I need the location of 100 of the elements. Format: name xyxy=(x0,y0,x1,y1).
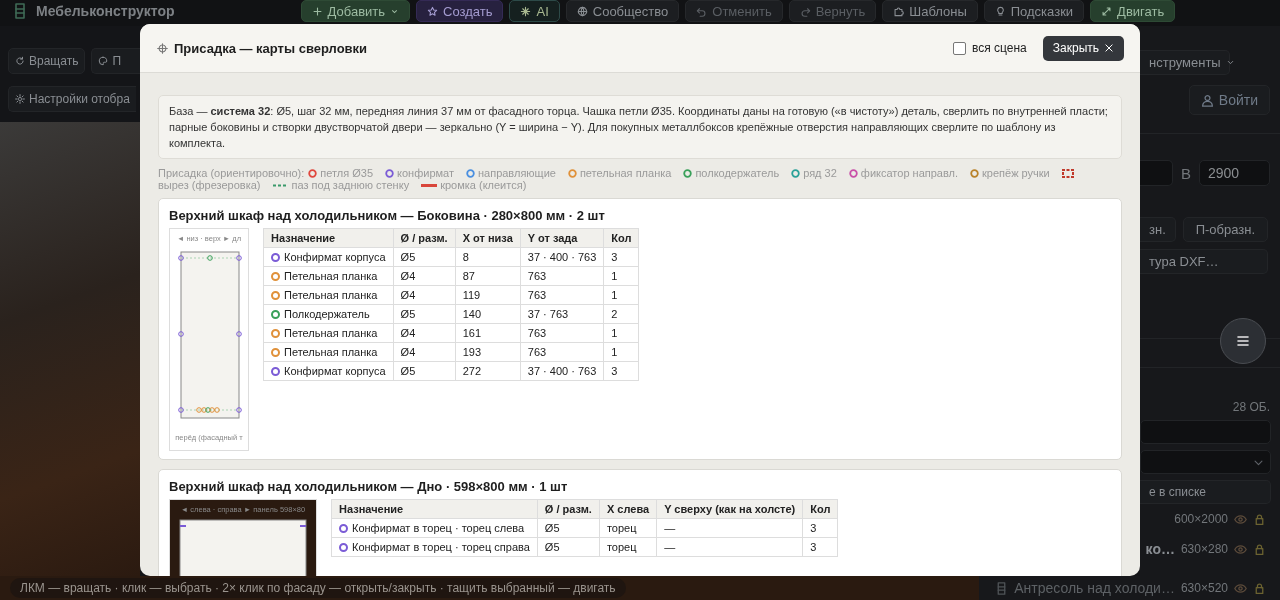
legend-label: фиксатор направл. xyxy=(860,167,958,179)
height-input[interactable]: 2900 xyxy=(1199,160,1270,186)
toolbar-button[interactable]: Добавить xyxy=(300,0,411,22)
legend-label: направляющие xyxy=(478,167,556,179)
toolbar-button[interactable]: Шаблоны xyxy=(882,0,978,22)
table-cell: Петельная планка xyxy=(263,266,394,286)
table-cell: Конфирмат корпуса xyxy=(263,361,394,381)
column-header: Назначение xyxy=(263,228,394,248)
target-icon xyxy=(157,42,168,54)
table-cell: 1 xyxy=(603,285,639,305)
whole-scene-checkbox[interactable] xyxy=(953,41,966,55)
dxf-button[interactable]: тура DXF… xyxy=(1140,249,1268,274)
object-size: 630×280 xyxy=(1180,542,1228,556)
bulb-icon xyxy=(994,5,1006,17)
ring-icon xyxy=(385,169,395,178)
part-title: Верхний шкаф над холодильником — Боковина · 280×800 мм · 2 шт xyxy=(169,208,606,223)
toolbar-button[interactable]: Сообщество xyxy=(565,0,680,22)
toolbar-button[interactable]: Подсказки xyxy=(983,0,1085,22)
table-cell: Петельная планка xyxy=(263,285,394,305)
table-cell: 119 xyxy=(455,285,521,305)
table-cell: 161 xyxy=(455,323,521,343)
menu-icon xyxy=(1235,333,1251,349)
list-button[interactable]: е в списке xyxy=(1140,480,1271,504)
globe-icon xyxy=(576,5,588,17)
app-title: Мебельконструктор xyxy=(36,3,175,19)
legend-label: конфирмат xyxy=(397,167,454,179)
legend-label: крепёж ручки xyxy=(982,167,1050,179)
table-cell: Ø5 xyxy=(393,304,456,324)
toolbar-button[interactable]: AI xyxy=(509,0,560,22)
object-row[interactable]: 600×2000 xyxy=(1140,504,1280,534)
person-icon xyxy=(1200,93,1214,107)
shape-button[interactable]: зн. xyxy=(1140,217,1176,242)
column-header: Кол xyxy=(802,499,838,519)
close-icon xyxy=(1104,43,1114,53)
table-cell: 87 xyxy=(455,266,521,286)
table-cell: Ø5 xyxy=(393,247,456,267)
table-cell: Петельная планка xyxy=(263,323,394,343)
table-cell: Конфирмат в торец · торец слева xyxy=(331,518,538,538)
table-cell: Полкодержатель xyxy=(263,304,394,324)
object-name: Антресоль над холоди… xyxy=(1014,580,1175,596)
controls-hint: ЛКМ — вращать · клик — выбрать · 2× клик по фасаду — открыть/закрыть · тащить выбранный — двигать xyxy=(10,578,626,598)
table-cell: Ø4 xyxy=(393,323,456,343)
ring-icon xyxy=(466,169,475,178)
table-cell: Конфирмат корпуса xyxy=(263,247,394,267)
input-field[interactable] xyxy=(1140,160,1173,186)
toolbar-button[interactable]: П xyxy=(91,48,140,74)
table-cell: 1 xyxy=(603,342,639,362)
table-cell: 272 xyxy=(455,361,521,381)
object-row[interactable]: ко… 630×280 xyxy=(1140,534,1280,564)
legend-label: ряд 32 xyxy=(803,167,837,179)
close-button[interactable]: Закрыть xyxy=(1042,35,1124,61)
ring-icon xyxy=(308,169,318,178)
table-cell: 3 xyxy=(802,518,838,538)
table-cell: Ø5 xyxy=(537,518,600,538)
legend-label: петельная планка xyxy=(579,167,672,179)
shape-button[interactable]: П-образн. xyxy=(1182,217,1268,242)
table-cell: Ø5 xyxy=(393,361,456,381)
object-size: 600×2000 xyxy=(1174,512,1228,526)
height-label: В xyxy=(1181,164,1191,182)
object-size: 630×520 xyxy=(1180,581,1228,595)
caret-icon xyxy=(1225,58,1235,67)
toolbar-button[interactable]: Двигать xyxy=(1090,0,1176,22)
cabinet-icon xyxy=(12,3,28,19)
table-cell: торец xyxy=(599,537,657,557)
table-cell: 763 xyxy=(520,323,604,343)
column-header: X от низа xyxy=(455,228,521,248)
eye-icon xyxy=(1234,542,1247,556)
rotate-icon xyxy=(15,56,25,66)
legend-label: вырез (фрезеровка) xyxy=(158,179,261,191)
eye-icon xyxy=(1234,581,1247,595)
object-row[interactable]: Антресоль над холоди… 630×520 xyxy=(979,576,1280,600)
table-cell: Ø4 xyxy=(393,342,456,362)
table-cell: 193 xyxy=(455,342,521,362)
legend-title: Присадка (ориентировочно): xyxy=(158,167,305,179)
object-name: ко… xyxy=(1145,541,1175,557)
sparkle-icon xyxy=(520,5,532,17)
settings-button[interactable]: Настройки отобра xyxy=(8,86,136,112)
search-field[interactable] xyxy=(1140,420,1271,444)
table-cell: 37 · 763 xyxy=(520,304,604,324)
table-cell: 1 xyxy=(603,266,639,286)
column-header: Ø / разм. xyxy=(393,228,456,248)
login-button[interactable]: Войти xyxy=(1188,85,1270,115)
lock-icon xyxy=(1253,581,1266,595)
table-cell: 763 xyxy=(520,266,604,286)
toolbar-button[interactable]: Вращать xyxy=(8,48,86,74)
legend-label: петля Ø35 xyxy=(320,167,374,179)
table-cell: 3 xyxy=(802,537,838,557)
object-count: 28 ОБ. xyxy=(1232,400,1270,414)
eye-icon xyxy=(1234,512,1247,526)
ring-icon xyxy=(791,169,801,178)
table-cell: 763 xyxy=(520,285,604,305)
legend-label: кромка (клеится) xyxy=(440,179,527,191)
palette-icon xyxy=(98,56,109,66)
legend-label: паз под заднюю стенку xyxy=(291,179,410,191)
redo-icon xyxy=(799,5,811,17)
toolbar-button[interactable]: Создать xyxy=(416,0,504,22)
filter-select[interactable] xyxy=(1140,450,1271,474)
table-cell: 1 xyxy=(603,323,639,343)
gear-icon xyxy=(15,94,25,104)
table-cell: Ø5 xyxy=(537,537,600,557)
